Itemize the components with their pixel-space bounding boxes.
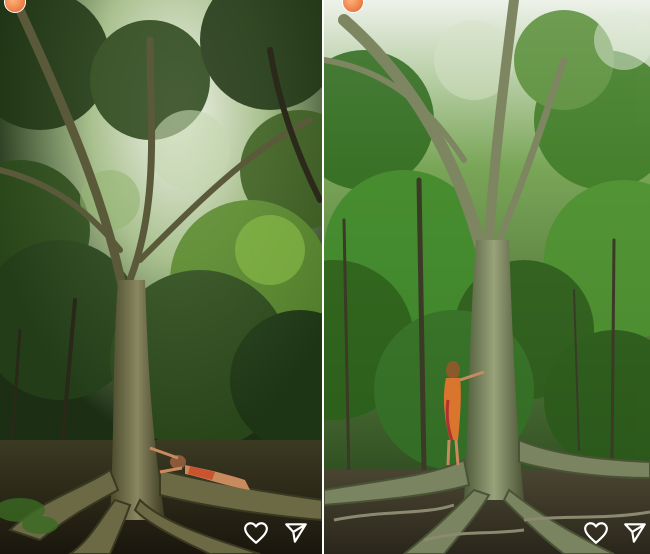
like-button[interactable] xyxy=(243,520,269,546)
like-button[interactable] xyxy=(583,520,609,546)
forest-photo-right xyxy=(324,0,650,554)
share-button[interactable] xyxy=(283,520,309,546)
story-panel-left[interactable] xyxy=(0,0,322,554)
share-button[interactable] xyxy=(622,520,648,546)
story-panel-right[interactable] xyxy=(324,0,650,554)
send-icon xyxy=(285,523,307,543)
forest-photo-left xyxy=(0,0,322,554)
heart-icon xyxy=(244,522,268,544)
send-icon xyxy=(624,523,646,543)
heart-icon xyxy=(584,522,608,544)
